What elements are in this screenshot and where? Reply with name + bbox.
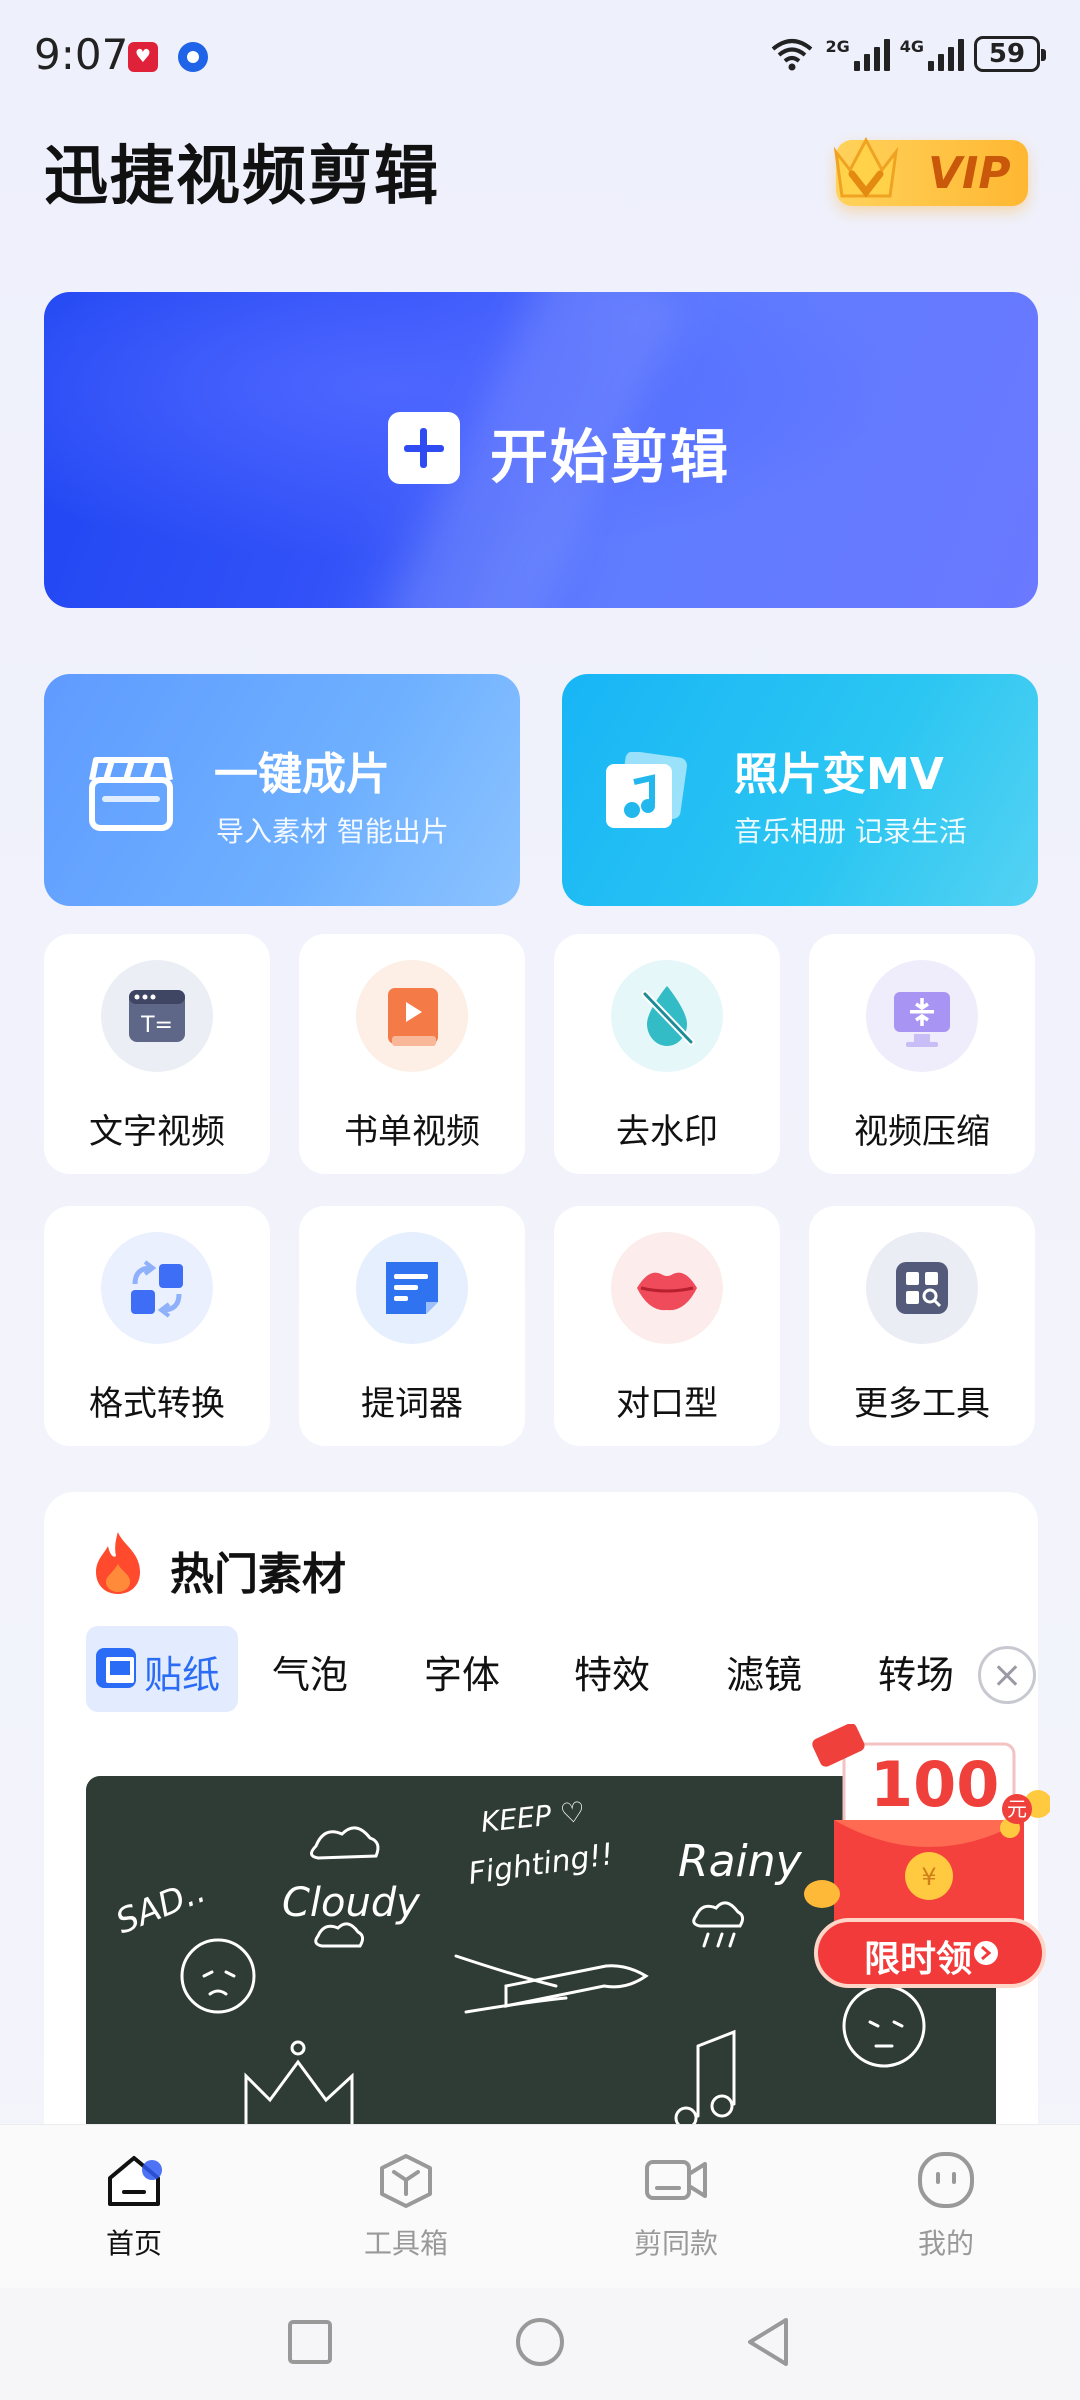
nav-home[interactable]: 首页	[44, 2150, 224, 2262]
nav-mine[interactable]: 我的	[856, 2150, 1036, 2262]
tool-label: 书单视频	[344, 1112, 480, 1152]
notification-app-icon: ♥	[128, 42, 158, 72]
signal-4g-icon: 4G	[900, 37, 964, 71]
doodle-word: Cloudy	[282, 1880, 421, 1926]
tab-fonts[interactable]: 字体	[424, 1644, 500, 1699]
nav-label: 剪同款	[633, 2227, 718, 2260]
svg-text:T=: T=	[140, 1013, 173, 1038]
nav-same-style[interactable]: 剪同款	[586, 2150, 766, 2262]
home-icon	[108, 2156, 162, 2206]
recents-icon[interactable]	[286, 2318, 334, 2366]
doodle-word: Fighting!!	[466, 1837, 615, 1892]
promo-unit: 元	[1002, 1794, 1032, 1824]
tool-label: 视频压缩	[854, 1112, 990, 1152]
tool-label: 提词器	[361, 1384, 463, 1424]
tool-label: 格式转换	[89, 1384, 225, 1424]
hot-materials-title: 热门素材	[170, 1549, 346, 1600]
nav-toolbox[interactable]: 工具箱	[316, 2150, 496, 2262]
wifi-icon	[772, 39, 813, 71]
format-convert-icon	[101, 1232, 213, 1344]
teleprompter-icon	[356, 1232, 468, 1344]
photo-music-icon	[606, 752, 687, 828]
promo-cta: 限时领	[864, 1939, 973, 1980]
tool-label: 去水印	[616, 1112, 718, 1152]
tool-label: 文字视频	[89, 1112, 225, 1152]
system-icons: 2G 4G 59	[769, 32, 1046, 76]
photo-to-mv-subtitle: 音乐相册 记录生活	[734, 815, 967, 848]
tab-transitions[interactable]: 转场	[878, 1644, 954, 1699]
svg-text:¥: ¥	[921, 1863, 936, 1891]
tab-label: 贴纸	[144, 1653, 221, 1697]
start-editing-label: 开始剪辑	[490, 423, 731, 491]
doodle-word: Rainy	[678, 1836, 803, 1887]
promo-amount: 100	[870, 1748, 1000, 1821]
home-circle-icon[interactable]	[514, 2316, 566, 2368]
tool-label: 对口型	[616, 1384, 718, 1424]
toolbox-icon	[380, 2154, 432, 2208]
profile-icon	[918, 2152, 974, 2208]
crown-icon	[833, 136, 899, 198]
one-click-video-subtitle: 导入素材 智能出片	[216, 815, 449, 848]
one-click-video-title: 一键成片	[214, 749, 390, 800]
photo-to-mv-title: 照片变MV	[734, 749, 944, 800]
flame-icon	[96, 1532, 140, 1594]
nav-label: 首页	[105, 2227, 162, 2260]
tool-label: 更多工具	[854, 1384, 990, 1424]
doodle-word: SAD..	[110, 1871, 211, 1943]
back-icon[interactable]	[744, 2316, 792, 2368]
booklist-video-icon	[356, 960, 468, 1072]
clapperboard-icon	[89, 757, 173, 831]
tab-filters[interactable]: 滤镜	[726, 1644, 802, 1699]
sticker-icon	[96, 1648, 136, 1688]
doodle-word: KEEP ♡	[479, 1795, 587, 1839]
tab-bubbles[interactable]: 气泡	[272, 1644, 348, 1699]
nav-label: 我的	[917, 2227, 974, 2260]
close-promo-button[interactable]	[978, 1646, 1036, 1704]
signal-2g-icon: 2G	[825, 37, 890, 71]
clock: 9:07	[34, 30, 129, 79]
remove-watermark-icon	[611, 960, 723, 1072]
app-title: 迅捷视频剪辑	[44, 140, 440, 214]
vip-label: VIP	[928, 148, 1011, 199]
notification-circle-icon	[178, 42, 208, 72]
plus-icon	[388, 412, 460, 484]
battery-icon: 59	[974, 36, 1046, 72]
lip-sync-icon	[611, 1232, 723, 1344]
more-tools-icon	[866, 1232, 978, 1344]
video-compress-icon	[866, 960, 978, 1072]
text-video-icon: T=	[101, 960, 213, 1072]
video-camera-icon	[645, 2160, 707, 2200]
nav-label: 工具箱	[363, 2227, 448, 2260]
tab-effects[interactable]: 特效	[574, 1644, 650, 1699]
